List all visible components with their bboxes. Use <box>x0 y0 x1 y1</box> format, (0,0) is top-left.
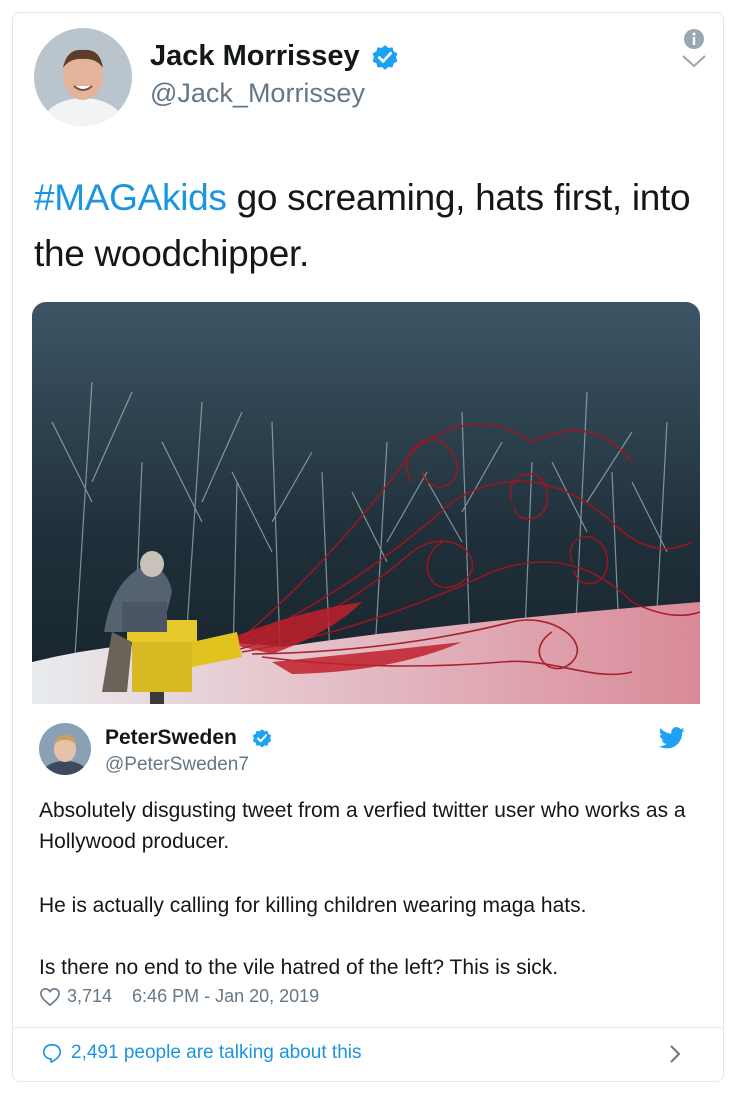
tweet-body-paragraph: Is there no end to the vile hatred of th… <box>39 956 559 979</box>
tweet-body-paragraph: He is actually calling for killing child… <box>39 894 587 917</box>
chevron-down-icon[interactable] <box>680 52 708 70</box>
author-handle[interactable]: @PeterSweden7 <box>105 754 249 776</box>
author-name[interactable]: Jack Morrissey <box>150 40 360 73</box>
tweet-image[interactable] <box>32 302 700 704</box>
tweet-meta: 3,714 6:46 PM - Jan 20, 2019 <box>39 986 319 1007</box>
author-handle[interactable]: @Jack_Morrissey <box>150 78 365 109</box>
heart-icon[interactable] <box>39 987 61 1007</box>
info-icon[interactable] <box>682 27 706 51</box>
twitter-bird-icon[interactable] <box>659 727 685 749</box>
timestamp[interactable]: 6:46 PM - Jan 20, 2019 <box>132 986 319 1007</box>
conversation-count[interactable]: 2,491 people are talking about this <box>71 1042 362 1064</box>
tweet-body-paragraph: Absolutely disgusting tweet from a verfi… <box>39 799 686 853</box>
verified-badge-icon <box>372 45 398 70</box>
like-count[interactable]: 3,714 <box>67 986 112 1007</box>
avatar[interactable] <box>34 28 132 126</box>
verified-badge-icon <box>252 729 272 748</box>
divider <box>13 1027 723 1028</box>
chevron-right-icon[interactable] <box>668 1043 682 1065</box>
tweet-text: #MAGAkids go screaming, hats first, into… <box>34 170 694 282</box>
author-name[interactable]: PeterSweden <box>105 726 237 750</box>
avatar[interactable] <box>39 723 91 775</box>
reply-bubble-icon <box>42 1043 62 1063</box>
conversation-link[interactable]: 2,491 people are talking about this <box>41 1042 362 1064</box>
hashtag-link[interactable]: #MAGAkids <box>34 177 227 218</box>
